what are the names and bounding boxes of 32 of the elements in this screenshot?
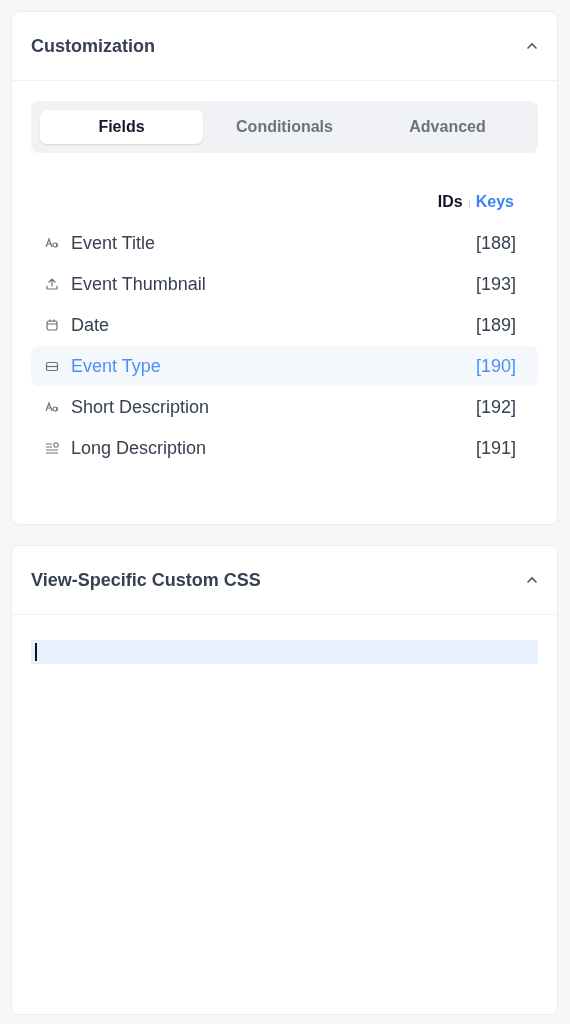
toggle-option[interactable]: IDs [437, 193, 463, 211]
tab[interactable]: Fields [40, 110, 203, 144]
toggle-option[interactable]: Keys [475, 193, 514, 211]
field-id: [191] [475, 437, 516, 459]
field-label: Date [71, 314, 111, 336]
chevron-icon[interactable] [526, 42, 538, 50]
paragraph-icon [45, 441, 59, 455]
field-label: Long Description [71, 437, 208, 459]
tab[interactable]: Advanced [366, 110, 529, 144]
panel-title: Customization [31, 35, 155, 57]
field-id: [190] [475, 355, 516, 377]
tab[interactable]: Conditionals [203, 110, 366, 144]
text-type-icon [45, 400, 59, 414]
field-label: Event Type [71, 355, 162, 377]
field-row[interactable]: Event Thumbnail [193] [31, 264, 538, 304]
field-id: [188] [475, 232, 516, 254]
upload-icon [45, 277, 59, 291]
field-row[interactable]: Short Description [192] [31, 387, 538, 427]
field-row[interactable]: Date [189] [31, 305, 538, 345]
field-id: [189] [475, 314, 516, 336]
field-row[interactable]: Long Description [191] [31, 428, 538, 468]
calendar-icon [45, 318, 59, 332]
field-label: Event Title [71, 232, 157, 254]
field-id: [192] [475, 396, 516, 418]
field-label: Event Thumbnail [71, 273, 207, 295]
text-type-icon [45, 236, 59, 250]
dropdown-field-icon [45, 359, 59, 373]
chevron-icon[interactable] [526, 576, 538, 584]
field-id: [193] [475, 273, 516, 295]
panel-title: View-Specific Custom CSS [31, 569, 261, 591]
field-row[interactable]: Event Title [188] [31, 223, 538, 263]
field-label: Short Description [71, 396, 211, 418]
